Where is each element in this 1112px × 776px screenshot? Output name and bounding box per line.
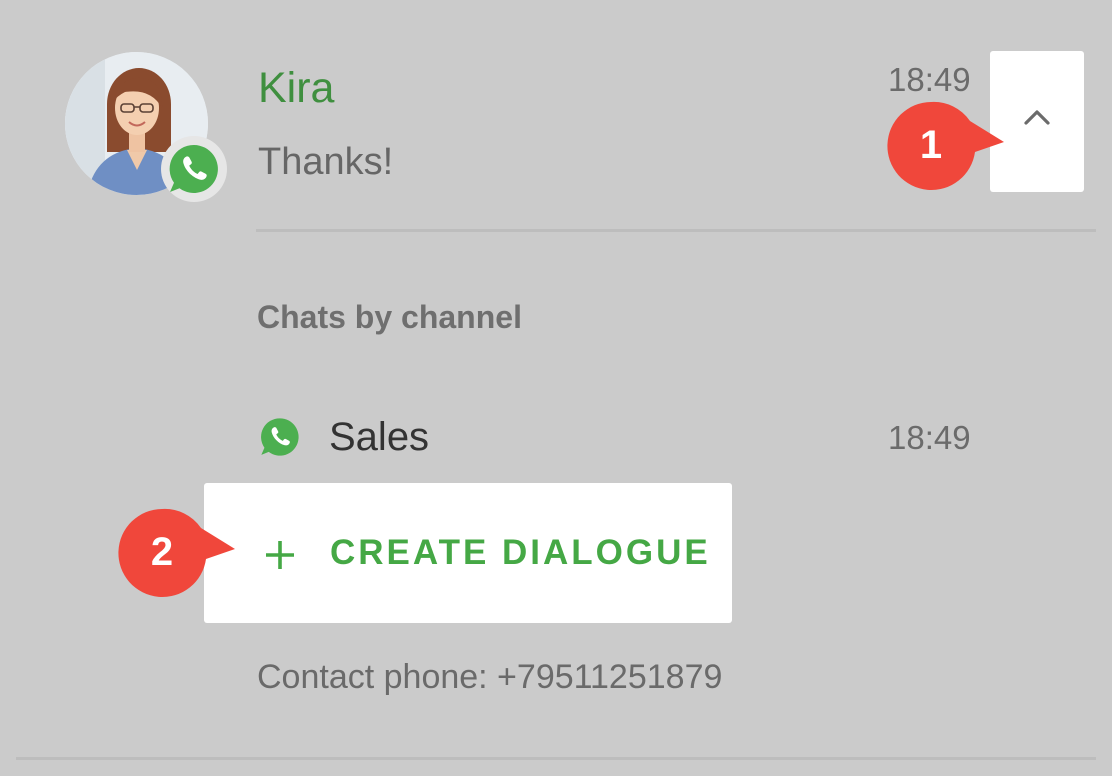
section-title: Chats by channel <box>257 299 522 335</box>
whatsapp-icon <box>169 144 218 193</box>
callout-marker: 1 <box>887 101 1007 191</box>
chevron-up-icon <box>1024 110 1050 125</box>
channel-item-sales[interactable]: Sales <box>329 413 429 461</box>
create-dialogue-button[interactable]: CREATE DIALOGUE <box>204 483 732 623</box>
create-dialogue-label: CREATE DIALOGUE <box>330 533 711 572</box>
channel-time: 18:49 <box>888 419 971 456</box>
callout-number: 1 <box>919 123 943 167</box>
contact-name: Kira <box>258 64 335 112</box>
callout-number: 2 <box>150 530 174 574</box>
message-time: 18:49 <box>888 61 971 98</box>
last-message: Thanks! <box>258 141 394 183</box>
contact-phone: Contact phone: +79511251879 <box>257 658 723 696</box>
whatsapp-badge <box>161 136 227 202</box>
whatsapp-icon <box>259 416 301 463</box>
divider <box>256 229 1096 232</box>
callout-marker: 2 <box>118 508 238 598</box>
divider <box>16 757 1096 760</box>
plus-icon <box>266 541 294 569</box>
